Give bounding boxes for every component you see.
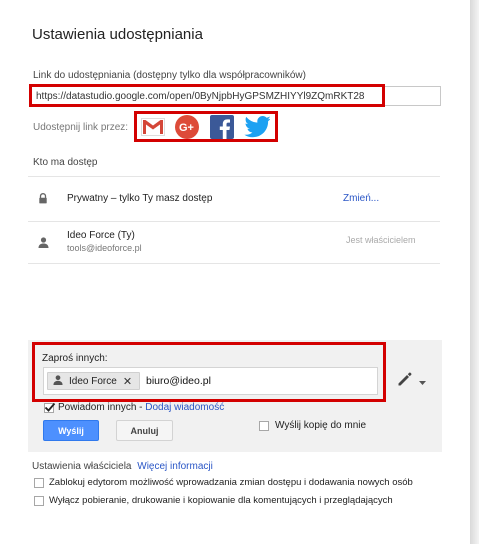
lock-icon bbox=[38, 191, 48, 209]
owner-email: tools@ideoforce.pl bbox=[67, 243, 142, 253]
owner-settings-label: Ustawienia właściciela bbox=[32, 461, 132, 472]
close-icon[interactable]: ✕ bbox=[123, 375, 132, 388]
notify-label: Powiadom innych - Dodaj wiadomość bbox=[58, 402, 224, 413]
share-link-field[interactable] bbox=[29, 86, 441, 106]
person-icon bbox=[53, 374, 63, 388]
change-access-link[interactable]: Zmień... bbox=[343, 193, 379, 204]
twitter-icon[interactable] bbox=[243, 113, 271, 141]
share-via-label: Udostępnij link przez: bbox=[33, 122, 129, 133]
window-edge bbox=[470, 0, 479, 544]
disable-download-label: Wyłącz pobieranie, drukowanie i kopiowan… bbox=[49, 495, 393, 506]
permission-dropdown[interactable] bbox=[390, 367, 432, 395]
dialog-title: Ustawienia udostępniania bbox=[32, 26, 203, 43]
owner-name: Ideo Force (Ty) bbox=[67, 230, 135, 241]
lock-editors-label: Zablokuj edytorom możliwość wprowadzania… bbox=[49, 477, 413, 488]
divider bbox=[28, 263, 440, 264]
notify-text: Powiadom innych - bbox=[58, 402, 143, 413]
pencil-icon bbox=[397, 371, 413, 392]
cancel-button[interactable]: Anuluj bbox=[116, 420, 173, 441]
chevron-down-icon bbox=[418, 372, 426, 390]
divider bbox=[28, 176, 440, 177]
owner-role: Jest właścicielem bbox=[346, 235, 416, 245]
share-link-label: Link do udostępniania (dostępny tylko dl… bbox=[33, 70, 306, 81]
send-copy-label: Wyślij kopię do mnie bbox=[275, 420, 367, 431]
who-has-access-label: Kto ma dostęp bbox=[33, 157, 98, 168]
share-settings-dialog: Ustawienia udostępniania Link do udostęp… bbox=[0, 0, 470, 544]
invite-chip: Ideo Force ✕ bbox=[47, 372, 140, 390]
send-copy-checkbox[interactable] bbox=[259, 421, 269, 431]
add-message-link[interactable]: Dodaj wiadomość bbox=[145, 402, 224, 413]
facebook-icon[interactable] bbox=[208, 113, 236, 141]
owner-settings: Ustawienia właściciela Więcej informacji bbox=[32, 461, 213, 472]
notify-checkbox[interactable] bbox=[44, 402, 56, 413]
invite-chip-label: Ideo Force bbox=[69, 375, 117, 387]
more-info-link[interactable]: Więcej informacji bbox=[137, 461, 213, 472]
send-button[interactable]: Wyślij bbox=[43, 420, 99, 441]
invite-email-input[interactable] bbox=[146, 373, 346, 389]
google-plus-icon[interactable]: G+ bbox=[173, 113, 201, 141]
lock-editors-checkbox[interactable] bbox=[34, 478, 44, 488]
invite-label: Zaproś innych: bbox=[42, 353, 108, 364]
person-icon bbox=[38, 235, 49, 253]
gmail-icon[interactable] bbox=[139, 113, 167, 141]
divider bbox=[28, 221, 440, 222]
privacy-status: Prywatny – tylko Ty masz dostęp bbox=[67, 193, 213, 204]
disable-download-checkbox[interactable] bbox=[34, 496, 44, 506]
svg-text:G+: G+ bbox=[179, 122, 194, 134]
